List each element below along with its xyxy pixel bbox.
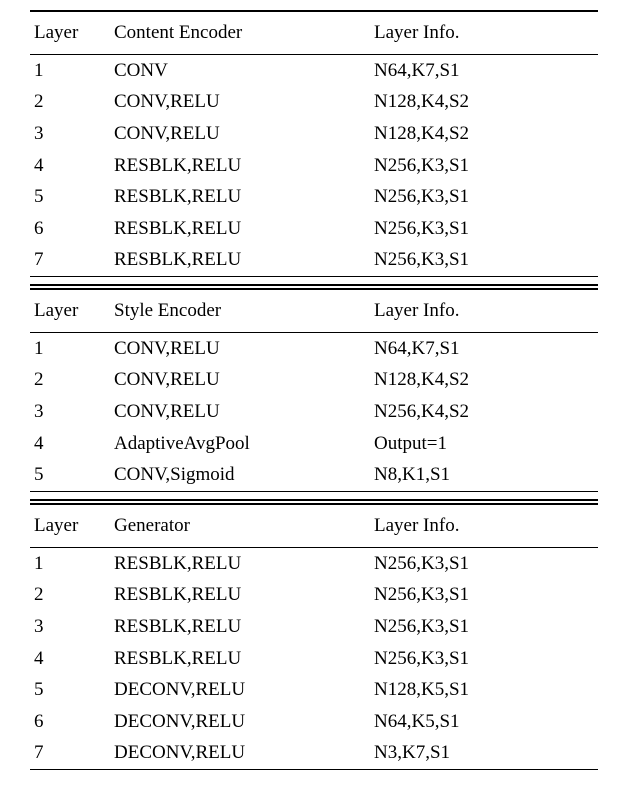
table-row: 5 CONV,Sigmoid N8,K1,S1: [30, 459, 598, 491]
cell-layer: 5: [30, 674, 110, 706]
cell-layer: 5: [30, 459, 110, 491]
table-row: 1 CONV N64,K7,S1: [30, 54, 598, 86]
cell-module: CONV: [110, 54, 370, 86]
cell-module: RESBLK,RELU: [110, 213, 370, 245]
table-row: 3 CONV,RELU N128,K4,S2: [30, 118, 598, 150]
cell-info: N128,K4,S2: [370, 86, 598, 118]
col-header-module: Content Encoder: [110, 11, 370, 54]
cell-info: Output=1: [370, 428, 598, 460]
cell-module: RESBLK,RELU: [110, 643, 370, 675]
cell-info: N64,K7,S1: [370, 54, 598, 86]
table-row: 6 DECONV,RELU N64,K5,S1: [30, 706, 598, 738]
cell-layer: 2: [30, 86, 110, 118]
cell-info: N256,K4,S2: [370, 396, 598, 428]
architecture-table: Layer Content Encoder Layer Info. 1 CONV…: [30, 10, 598, 770]
cell-layer: 3: [30, 118, 110, 150]
cell-module: CONV,RELU: [110, 364, 370, 396]
col-header-info: Layer Info.: [370, 505, 598, 547]
cell-module: DECONV,RELU: [110, 674, 370, 706]
table-row: 5 DECONV,RELU N128,K5,S1: [30, 674, 598, 706]
cell-info: N256,K3,S1: [370, 547, 598, 579]
cell-info: N256,K3,S1: [370, 643, 598, 675]
cell-layer: 1: [30, 547, 110, 579]
cell-module: CONV,RELU: [110, 332, 370, 364]
table-row: 2 RESBLK,RELU N256,K3,S1: [30, 579, 598, 611]
table-row: 6 RESBLK,RELU N256,K3,S1: [30, 213, 598, 245]
table-row: 5 RESBLK,RELU N256,K3,S1: [30, 181, 598, 213]
cell-info: N128,K4,S2: [370, 118, 598, 150]
cell-layer: 1: [30, 54, 110, 86]
cell-module: RESBLK,RELU: [110, 181, 370, 213]
table-header-row: Layer Generator Layer Info.: [30, 505, 598, 547]
table-row: 7 RESBLK,RELU N256,K3,S1: [30, 244, 598, 276]
cell-layer: 6: [30, 706, 110, 738]
cell-module: RESBLK,RELU: [110, 579, 370, 611]
cell-layer: 6: [30, 213, 110, 245]
table-row: 4 AdaptiveAvgPool Output=1: [30, 428, 598, 460]
table-row: 3 CONV,RELU N256,K4,S2: [30, 396, 598, 428]
cell-layer: 2: [30, 579, 110, 611]
col-header-info: Layer Info.: [370, 11, 598, 54]
table-row: 1 CONV,RELU N64,K7,S1: [30, 332, 598, 364]
cell-layer: 3: [30, 396, 110, 428]
col-header-module: Style Encoder: [110, 290, 370, 332]
table-header-row: Layer Style Encoder Layer Info.: [30, 290, 598, 332]
cell-layer: 1: [30, 332, 110, 364]
cell-info: N256,K3,S1: [370, 579, 598, 611]
cell-info: N128,K4,S2: [370, 364, 598, 396]
cell-layer: 4: [30, 150, 110, 182]
table-row: 4 RESBLK,RELU N256,K3,S1: [30, 150, 598, 182]
architecture-table-page: Layer Content Encoder Layer Info. 1 CONV…: [0, 0, 628, 788]
table-header-row: Layer Content Encoder Layer Info.: [30, 11, 598, 54]
cell-info: N256,K3,S1: [370, 213, 598, 245]
table-row: 7 DECONV,RELU N3,K7,S1: [30, 737, 598, 769]
cell-layer: 7: [30, 737, 110, 769]
table-row: 2 CONV,RELU N128,K4,S2: [30, 364, 598, 396]
cell-layer: 5: [30, 181, 110, 213]
cell-module: CONV,RELU: [110, 118, 370, 150]
cell-info: N3,K7,S1: [370, 737, 598, 769]
cell-info: N64,K5,S1: [370, 706, 598, 738]
cell-info: N256,K3,S1: [370, 611, 598, 643]
cell-layer: 4: [30, 643, 110, 675]
cell-layer: 4: [30, 428, 110, 460]
cell-module: CONV,RELU: [110, 396, 370, 428]
col-header-layer: Layer: [30, 505, 110, 547]
cell-layer: 2: [30, 364, 110, 396]
col-header-info: Layer Info.: [370, 290, 598, 332]
cell-module: RESBLK,RELU: [110, 244, 370, 276]
cell-info: N64,K7,S1: [370, 332, 598, 364]
col-header-layer: Layer: [30, 290, 110, 332]
cell-module: AdaptiveAvgPool: [110, 428, 370, 460]
table-row: 3 RESBLK,RELU N256,K3,S1: [30, 611, 598, 643]
cell-info: N8,K1,S1: [370, 459, 598, 491]
cell-module: CONV,Sigmoid: [110, 459, 370, 491]
cell-layer: 3: [30, 611, 110, 643]
cell-layer: 7: [30, 244, 110, 276]
cell-module: RESBLK,RELU: [110, 150, 370, 182]
cell-info: N256,K3,S1: [370, 150, 598, 182]
table-row: 1 RESBLK,RELU N256,K3,S1: [30, 547, 598, 579]
cell-module: DECONV,RELU: [110, 706, 370, 738]
cell-module: DECONV,RELU: [110, 737, 370, 769]
cell-info: N256,K3,S1: [370, 181, 598, 213]
cell-module: CONV,RELU: [110, 86, 370, 118]
table-row: 4 RESBLK,RELU N256,K3,S1: [30, 643, 598, 675]
cell-info: N256,K3,S1: [370, 244, 598, 276]
cell-info: N128,K5,S1: [370, 674, 598, 706]
col-header-layer: Layer: [30, 11, 110, 54]
table-row: 2 CONV,RELU N128,K4,S2: [30, 86, 598, 118]
col-header-module: Generator: [110, 505, 370, 547]
cell-module: RESBLK,RELU: [110, 547, 370, 579]
cell-module: RESBLK,RELU: [110, 611, 370, 643]
